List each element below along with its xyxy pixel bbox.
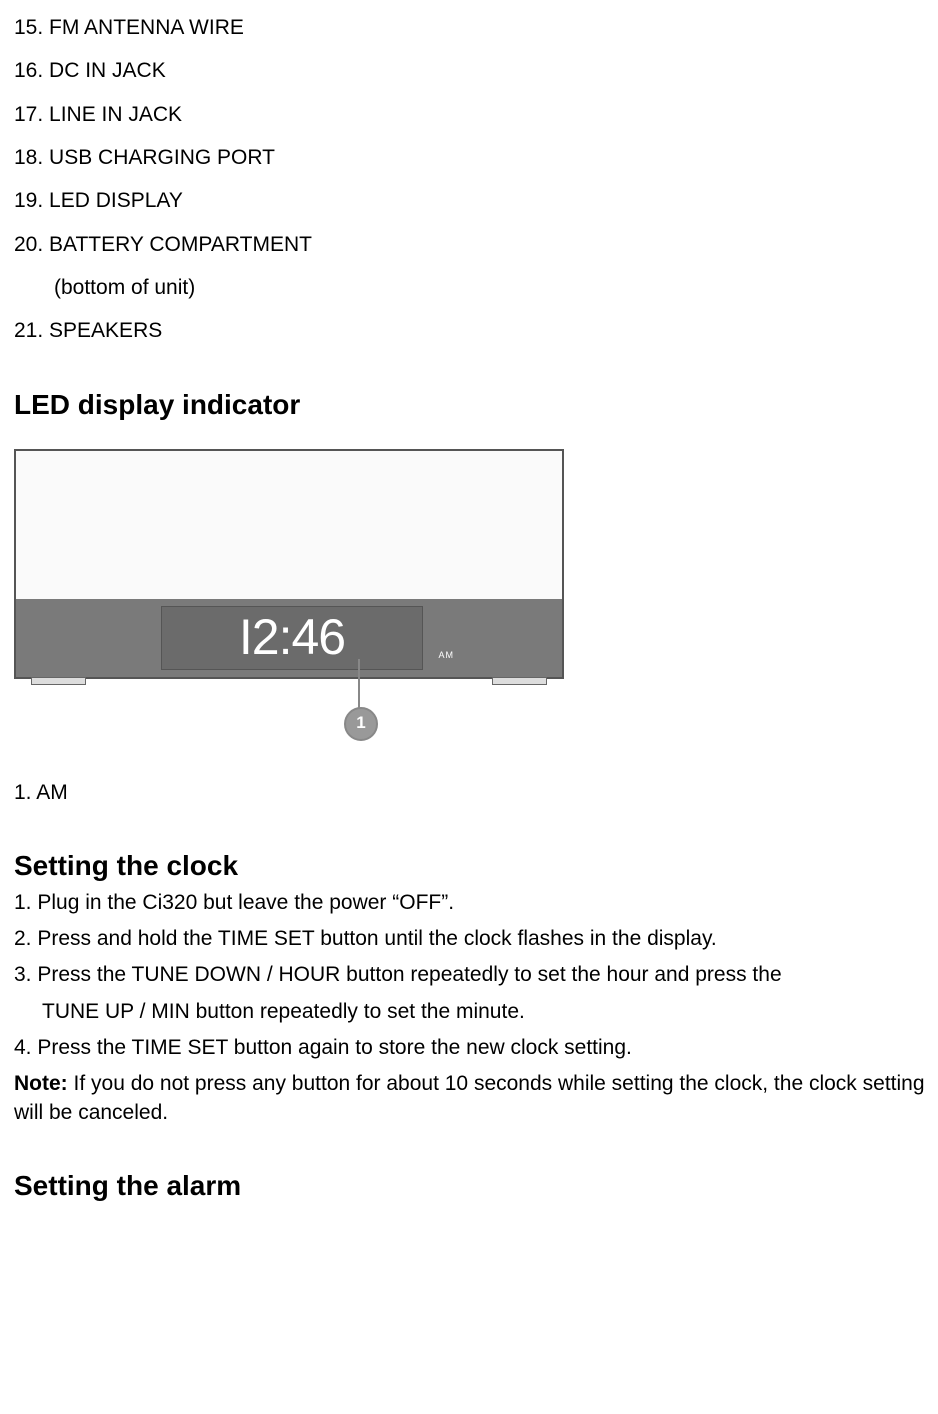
callout-badge-1: 1 <box>344 707 378 741</box>
indicator-list: 1. AM <box>14 779 934 807</box>
clock-step-3: 3. Press the TUNE DOWN / HOUR button rep… <box>14 961 934 989</box>
clock-step-3-cont: TUNE UP / MIN button repeatedly to set t… <box>42 998 934 1026</box>
device-illustration: I2:46 AM <box>14 449 564 679</box>
parts-list: 15. FM ANTENNA WIRE 16. DC IN JACK 17. L… <box>14 14 934 346</box>
clock-display-panel: I2:46 AM <box>161 606 423 670</box>
heading-led-display: LED display indicator <box>14 386 934 424</box>
part-item-21: 21. SPEAKERS <box>14 317 934 345</box>
device-top-surface <box>16 451 562 600</box>
figure-led-display: I2:46 AM 1 <box>14 449 934 749</box>
note-text: If you do not press any button for about… <box>14 1072 925 1123</box>
part-item-18: 18. USB CHARGING PORT <box>14 144 934 172</box>
part-item-20-sub: (bottom of unit) <box>54 274 934 302</box>
heading-setting-alarm: Setting the alarm <box>14 1167 934 1205</box>
clock-steps: 1. Plug in the Ci320 but leave the power… <box>14 889 934 1127</box>
clock-step-4: 4. Press the TIME SET button again to st… <box>14 1034 934 1062</box>
clock-time-text: I2:46 <box>239 604 345 672</box>
clock-step-2: 2. Press and hold the TIME SET button un… <box>14 925 934 953</box>
callout-line-1 <box>358 659 360 709</box>
clock-am-indicator: AM <box>439 649 455 661</box>
note-label: Note: <box>14 1072 68 1095</box>
device-foot-right <box>492 677 547 685</box>
part-item-17: 17. LINE IN JACK <box>14 101 934 129</box>
indicator-item-1: 1. AM <box>14 779 934 807</box>
part-item-20: 20. BATTERY COMPARTMENT <box>14 231 934 259</box>
part-item-19: 19. LED DISPLAY <box>14 187 934 215</box>
part-item-15: 15. FM ANTENNA WIRE <box>14 14 934 42</box>
clock-step-1: 1. Plug in the Ci320 but leave the power… <box>14 889 934 917</box>
clock-note: Note: If you do not press any button for… <box>14 1070 934 1127</box>
part-item-16: 16. DC IN JACK <box>14 57 934 85</box>
device-foot-left <box>31 677 86 685</box>
heading-setting-clock: Setting the clock <box>14 847 934 885</box>
